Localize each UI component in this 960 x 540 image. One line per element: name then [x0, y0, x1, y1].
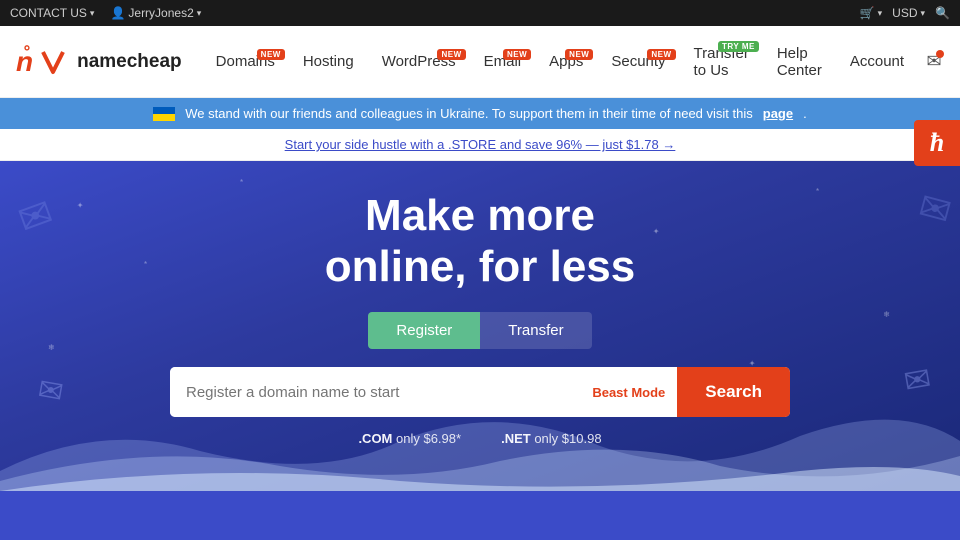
transfer-badge: TRY ME	[718, 41, 759, 52]
user-icon: 👤	[110, 6, 125, 20]
contact-caret-icon: ▾	[90, 8, 95, 19]
flag-blue	[153, 107, 175, 114]
hero-title: Make more online, for less	[325, 191, 636, 292]
com-link[interactable]: .COM	[358, 431, 392, 446]
logo-text: namecheap	[77, 51, 182, 73]
envelope-right-top: ✉	[913, 184, 955, 236]
ukraine-banner: We stand with our friends and colleagues…	[0, 98, 960, 129]
hero-section: ✦ * ✦ * ❄ ❄ * ✦ * ✉ ✉ ✉ ✉ Make more onli…	[0, 161, 960, 491]
username-label: JerryJones2	[128, 6, 193, 20]
domain-search-input[interactable]	[170, 367, 580, 417]
logo-link[interactable]: n̊ namecheap	[16, 46, 182, 78]
ukraine-text: We stand with our friends and colleagues…	[185, 106, 752, 121]
currency-label: USD	[892, 6, 917, 20]
com-hint: .COM only $6.98*	[358, 431, 461, 446]
tab-buttons: Register Transfer	[368, 312, 591, 349]
nav-item-domains[interactable]: NEW Domains	[202, 45, 289, 78]
hosting-label: Hosting	[303, 53, 354, 70]
com-price: only $6.98*	[396, 431, 461, 446]
envelope-left-top: ✉	[12, 190, 59, 245]
envelope-left-bottom: ✉	[36, 372, 67, 411]
star-3: ✦	[653, 227, 660, 236]
currency-selector[interactable]: USD ▾	[892, 6, 925, 20]
nav-bar: n̊ namecheap NEW Domains Hosting NEW Wor…	[0, 26, 960, 98]
promo-banner: Start your side hustle with a .STORE and…	[0, 129, 960, 161]
nav-item-apps[interactable]: NEW Apps	[535, 45, 597, 78]
transfer-tab[interactable]: Transfer	[480, 312, 591, 349]
star-7: *	[144, 260, 147, 269]
logo-icon: n̊	[16, 46, 33, 78]
email-badge: NEW	[503, 49, 531, 60]
envelope-right-bottom: ✉	[901, 359, 934, 401]
ukraine-link[interactable]: page	[763, 106, 793, 121]
star-4: *	[816, 187, 819, 196]
nav-item-security[interactable]: NEW Security	[597, 45, 679, 78]
hero-title-line2: online, for less	[325, 242, 636, 291]
net-hint: .NET only $10.98	[501, 431, 601, 446]
beast-mode-button[interactable]: Beast Mode	[580, 367, 677, 417]
user-caret-icon: ▾	[197, 8, 202, 19]
nav-item-hosting[interactable]: Hosting	[289, 45, 368, 78]
apps-badge: NEW	[565, 49, 593, 60]
flag-yellow	[153, 114, 175, 121]
haptic-icon-button[interactable]: ħ	[914, 120, 960, 166]
promo-link[interactable]: Start your side hustle with a .STORE and…	[285, 137, 676, 152]
search-icon-button[interactable]: 🔍	[935, 6, 950, 20]
nav-item-account[interactable]: Account	[836, 45, 918, 78]
contact-us-menu[interactable]: CONTACT US ▾	[10, 6, 94, 20]
cart-button[interactable]: 🛒 ▾	[860, 6, 882, 20]
wordpress-badge: NEW	[437, 49, 465, 60]
help-label: Help Center	[777, 45, 822, 79]
search-button[interactable]: Search	[677, 367, 790, 417]
star-6: ❄	[883, 310, 890, 319]
nav-item-help[interactable]: Help Center	[763, 37, 836, 87]
register-tab[interactable]: Register	[368, 312, 480, 349]
ukraine-period: .	[803, 106, 807, 121]
cart-icon: 🛒	[860, 6, 875, 20]
email-notification-dot	[936, 50, 944, 58]
domain-hints: .COM only $6.98* .NET only $10.98	[358, 431, 601, 446]
search-icon: 🔍	[935, 6, 950, 20]
star-5: ❄	[48, 343, 55, 352]
top-bar-right: 🛒 ▾ USD ▾ 🔍	[860, 6, 950, 20]
net-link[interactable]: .NET	[501, 431, 531, 446]
search-bar: Beast Mode Search	[170, 367, 790, 417]
email-icon-button[interactable]: ✉	[918, 46, 950, 78]
domains-badge: NEW	[257, 49, 285, 60]
hero-title-line1: Make more	[365, 191, 595, 240]
cart-caret-icon: ▾	[878, 8, 883, 19]
star-2: *	[240, 178, 243, 187]
nav-item-transfer[interactable]: TRY ME Transfer to Us	[680, 37, 763, 87]
nav-item-wordpress[interactable]: NEW WordPress	[368, 45, 470, 78]
contact-us-label: CONTACT US	[10, 6, 87, 20]
net-price: only $10.98	[534, 431, 601, 446]
ukraine-flag-icon	[153, 107, 175, 121]
top-bar-left: CONTACT US ▾ 👤 JerryJones2 ▾	[10, 6, 201, 20]
nav-item-email[interactable]: NEW Email	[470, 45, 536, 78]
currency-caret-icon: ▾	[921, 8, 926, 19]
star-1: ✦	[77, 201, 84, 210]
nav-right: ✉	[918, 46, 950, 78]
nav-links: NEW Domains Hosting NEW WordPress NEW Em…	[202, 37, 918, 87]
haptic-h-icon: ħ	[930, 128, 944, 158]
logo-svg-icon	[39, 48, 67, 76]
account-label: Account	[850, 53, 904, 70]
security-badge: NEW	[647, 49, 675, 60]
top-bar: CONTACT US ▾ 👤 JerryJones2 ▾ 🛒 ▾ USD ▾ 🔍	[0, 0, 960, 26]
user-menu[interactable]: 👤 JerryJones2 ▾	[110, 6, 201, 20]
